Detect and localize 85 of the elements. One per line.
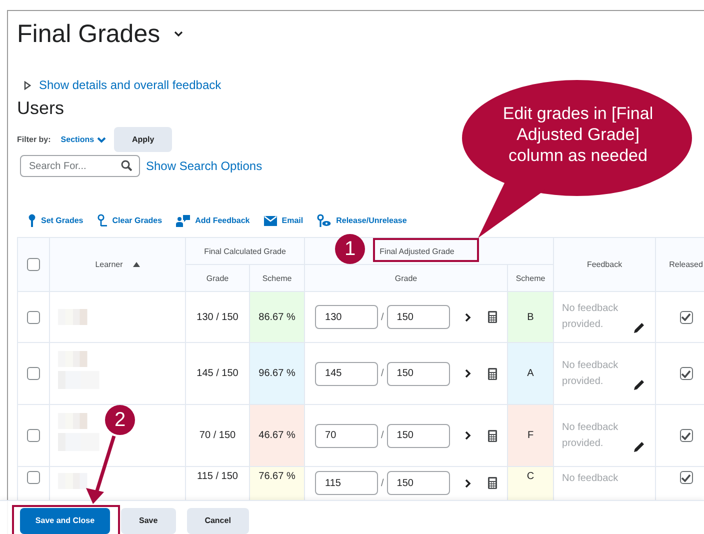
grade-input[interactable]: 130 xyxy=(315,305,378,329)
column-header[interactable]: Learner xyxy=(95,260,123,269)
scheme-cell: 46.67 % xyxy=(258,430,296,441)
checkbox[interactable] xyxy=(27,367,40,380)
pencil-icon[interactable] xyxy=(634,322,646,333)
key-eye-icon xyxy=(317,214,332,227)
toolbar-link[interactable]: Set Grades xyxy=(28,214,84,227)
checkbox[interactable] xyxy=(27,310,40,324)
column-header: Scheme xyxy=(516,274,546,282)
feedback-text: No feedback provided. xyxy=(562,420,620,450)
column-header: Final Calculated Grade xyxy=(204,246,286,256)
arrow xyxy=(86,435,116,504)
envelope-icon xyxy=(264,216,277,226)
scheme-cell: 76.67 % xyxy=(258,471,296,482)
search-options-link[interactable]: Show Search Options xyxy=(146,159,262,173)
scheme-cell: B xyxy=(527,312,534,322)
chevron-right-icon[interactable] xyxy=(464,369,471,378)
chevron-right-icon[interactable] xyxy=(464,312,471,322)
scheme-cell: A xyxy=(527,368,534,379)
scheme-cell: F xyxy=(527,430,534,441)
checkbox[interactable] xyxy=(27,471,40,484)
section-title: Users xyxy=(17,98,64,119)
grade-cell: 115 / 150 xyxy=(197,471,238,482)
scheme-cell: C xyxy=(526,471,534,482)
sections-dropdown[interactable]: Sections xyxy=(60,135,106,144)
feedback-text: No feedback xyxy=(562,472,620,486)
checkbox[interactable] xyxy=(680,367,693,380)
step-badge: 2 xyxy=(105,405,135,435)
calculator-icon[interactable] xyxy=(488,430,497,442)
grade-input[interactable]: 70 xyxy=(315,424,378,448)
separator: / xyxy=(381,478,384,488)
search-icon[interactable] xyxy=(121,160,132,171)
toolbar-link[interactable]: Clear Grades xyxy=(97,214,162,227)
scheme-cell: 96.67 % xyxy=(258,368,296,379)
toolbar-link[interactable]: Add Feedback xyxy=(176,214,250,226)
calculator-icon[interactable] xyxy=(488,477,497,489)
triangle-icon[interactable] xyxy=(24,80,31,90)
calculator-icon[interactable] xyxy=(488,311,497,323)
separator: / xyxy=(381,312,384,322)
chevron-right-icon[interactable] xyxy=(464,478,471,488)
grade-input[interactable]: 115 xyxy=(315,471,378,495)
column-header: Grade xyxy=(394,274,418,282)
footer-button[interactable]: Save xyxy=(121,508,176,534)
grade-cell: 130 / 150 xyxy=(196,312,238,322)
pencil-icon[interactable] xyxy=(634,440,646,452)
checkbox[interactable] xyxy=(680,429,693,442)
caret-icon[interactable] xyxy=(174,31,184,37)
page-title: Final Grades xyxy=(17,20,160,48)
sort-ascending-icon[interactable] xyxy=(132,262,140,267)
checkbox[interactable] xyxy=(680,471,693,484)
filter-label: Filter by: xyxy=(17,135,51,144)
toolbar-link[interactable]: Release/Unrelease xyxy=(317,214,407,227)
out-of-input[interactable]: 150 xyxy=(386,471,450,495)
column-header: Final Adjusted Grade xyxy=(380,246,454,256)
pin-icon xyxy=(28,214,36,227)
grade-cell: 145 / 150 xyxy=(196,368,238,379)
grade-cell: 70 / 150 xyxy=(199,430,236,441)
checkbox[interactable] xyxy=(27,429,40,442)
save-close-button[interactable]: Save and Close xyxy=(20,508,110,534)
footer-button[interactable]: Cancel xyxy=(186,508,249,534)
separator: / xyxy=(381,430,384,441)
separator: / xyxy=(381,368,384,379)
out-of-input[interactable]: 150 xyxy=(386,424,450,448)
search-field[interactable]: Search For... xyxy=(20,155,140,177)
column-header: Released xyxy=(669,260,703,269)
scheme-cell: 86.67 % xyxy=(258,312,296,322)
apply-button[interactable]: Apply xyxy=(114,127,172,152)
chevron-right-icon[interactable] xyxy=(464,431,471,440)
pin-icon xyxy=(97,214,108,227)
details-link[interactable]: Show details and overall feedback xyxy=(39,78,222,92)
out-of-input[interactable]: 150 xyxy=(386,362,450,386)
person-comment-icon xyxy=(176,214,190,226)
column-header: Feedback xyxy=(586,260,622,269)
column-header: Scheme xyxy=(262,274,292,282)
calculator-icon[interactable] xyxy=(488,368,497,380)
grade-input[interactable]: 145 xyxy=(315,362,378,386)
toolbar-link[interactable]: Email xyxy=(264,216,304,226)
pencil-icon[interactable] xyxy=(634,378,646,390)
checkbox[interactable] xyxy=(680,310,693,324)
callout-text: Edit grades in [Final Adjusted Grade] column as needed xyxy=(502,103,654,166)
feedback-text: No feedback provided. xyxy=(562,358,620,388)
checkbox[interactable] xyxy=(27,258,40,271)
out-of-input[interactable]: 150 xyxy=(386,305,450,329)
feedback-text: No feedback provided. xyxy=(562,302,620,332)
column-header: Grade xyxy=(206,274,229,282)
